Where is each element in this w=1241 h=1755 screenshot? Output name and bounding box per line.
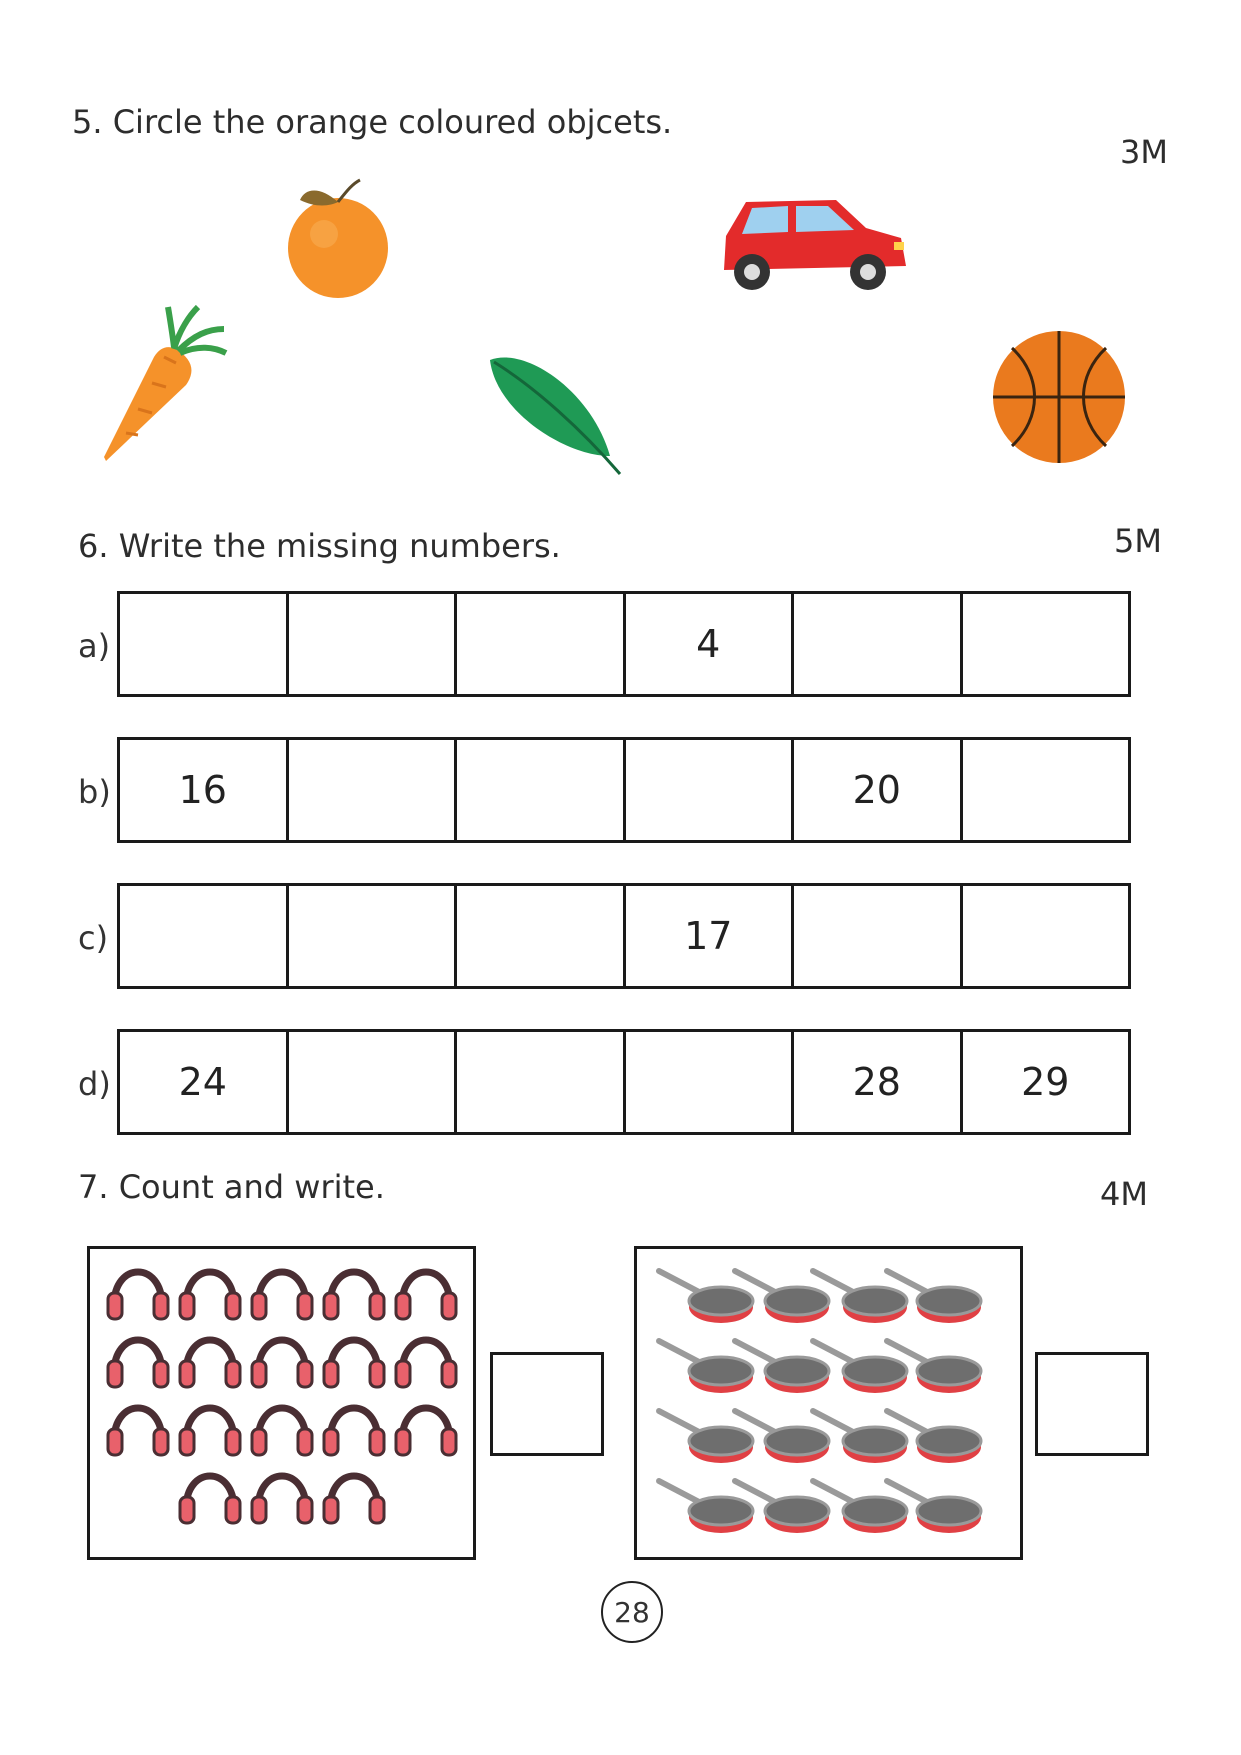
headphone-icon — [322, 1472, 386, 1525]
number-cell[interactable]: 17 — [626, 886, 794, 986]
question-6-marks: 5M — [1114, 522, 1162, 560]
headphone-icon — [322, 1336, 386, 1389]
number-cell[interactable] — [963, 740, 1129, 840]
green-leaf-image[interactable] — [486, 352, 622, 476]
pan-icon — [656, 1338, 755, 1393]
number-cell[interactable] — [963, 886, 1129, 986]
number-cell[interactable] — [457, 594, 626, 694]
number-cell[interactable]: 29 — [963, 1032, 1129, 1132]
question-7-marks: 4M — [1100, 1175, 1148, 1213]
row-label-c: c) — [78, 919, 109, 957]
headphone-icon — [322, 1404, 386, 1457]
page-number: 28 — [601, 1581, 663, 1643]
orange-fruit-image[interactable] — [280, 178, 400, 302]
question-7-text: 7. Count and write. — [78, 1168, 385, 1206]
headphone-icon — [250, 1336, 314, 1389]
number-cell[interactable] — [794, 886, 963, 986]
headphone-icon — [250, 1268, 314, 1321]
pans-picture-box — [634, 1246, 1023, 1560]
red-car-image[interactable] — [716, 196, 912, 296]
number-grid-b: 16 20 — [117, 737, 1131, 843]
carrot-image[interactable] — [100, 305, 232, 465]
number-cell[interactable] — [457, 1032, 626, 1132]
headphone-icon — [250, 1472, 314, 1525]
pans-answer-box[interactable] — [1035, 1352, 1149, 1456]
headphones-group-image — [106, 1268, 458, 1525]
number-cell[interactable] — [289, 594, 457, 694]
number-cell[interactable] — [794, 594, 963, 694]
basketball-image[interactable] — [990, 328, 1128, 466]
number-grid-c: 17 — [117, 883, 1131, 989]
number-cell[interactable]: 4 — [626, 594, 794, 694]
pans-group-image — [656, 1268, 983, 1533]
number-cell[interactable]: 20 — [794, 740, 963, 840]
headphone-icon — [106, 1268, 170, 1321]
question-5-marks: 3M — [1120, 133, 1168, 171]
number-cell[interactable]: 16 — [120, 740, 289, 840]
headphone-icon — [394, 1268, 458, 1321]
headphone-icon — [394, 1404, 458, 1457]
pan-icon — [656, 1478, 755, 1533]
number-cell[interactable] — [963, 594, 1129, 694]
number-cell[interactable] — [457, 740, 626, 840]
headphone-icon — [178, 1404, 242, 1457]
question-6-text: 6. Write the missing numbers. — [78, 527, 561, 565]
headphone-icon — [106, 1336, 170, 1389]
pan-icon — [656, 1408, 755, 1463]
number-cell[interactable] — [626, 1032, 794, 1132]
number-grid-a: 4 — [117, 591, 1131, 697]
number-cell[interactable]: 28 — [794, 1032, 963, 1132]
pan-icon — [656, 1268, 755, 1323]
headphone-icon — [250, 1404, 314, 1457]
row-label-d: d) — [78, 1065, 111, 1103]
number-cell[interactable] — [289, 886, 457, 986]
headphone-icon — [322, 1268, 386, 1321]
number-cell[interactable]: 24 — [120, 1032, 289, 1132]
headphone-icon — [394, 1336, 458, 1389]
row-label-a: a) — [78, 627, 111, 665]
number-cell[interactable] — [457, 886, 626, 986]
number-cell[interactable] — [289, 1032, 457, 1132]
headphone-icon — [178, 1268, 242, 1321]
number-cell[interactable] — [120, 594, 289, 694]
question-5-text: 5. Circle the orange coloured objcets. — [72, 103, 673, 141]
number-cell[interactable] — [289, 740, 457, 840]
row-label-b: b) — [78, 773, 111, 811]
headphone-icon — [178, 1336, 242, 1389]
headphone-icon — [178, 1472, 242, 1525]
headphones-answer-box[interactable] — [490, 1352, 604, 1456]
headphone-icon — [106, 1404, 170, 1457]
number-cell[interactable] — [626, 740, 794, 840]
number-cell[interactable] — [120, 886, 289, 986]
headphones-picture-box — [87, 1246, 476, 1560]
number-grid-d: 24 28 29 — [117, 1029, 1131, 1135]
